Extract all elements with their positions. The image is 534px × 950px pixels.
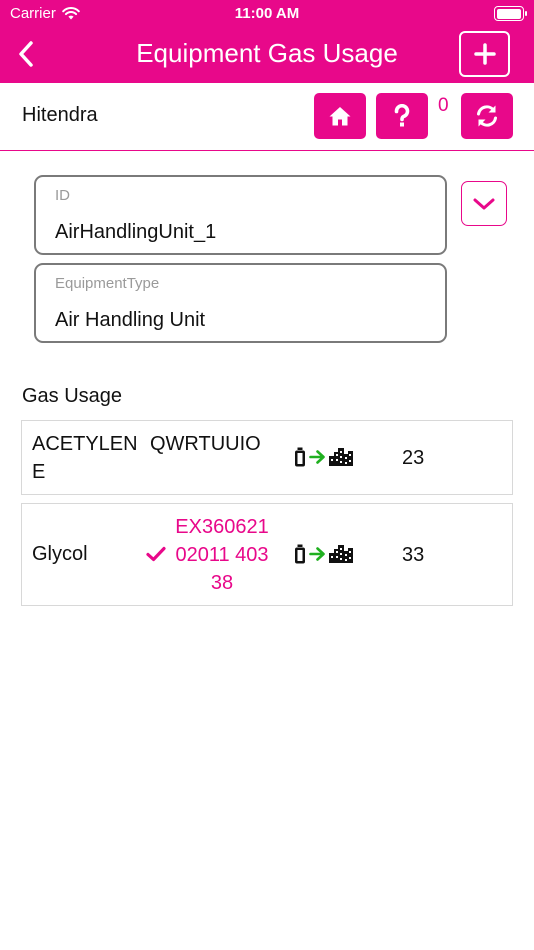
plus-icon: [473, 43, 496, 65]
gas-quantity: 23: [402, 447, 425, 469]
chevron-down-icon: [473, 198, 495, 209]
status-time: 11:00 AM: [234, 5, 300, 22]
gas-quantity: 33: [402, 544, 425, 566]
equipment-type-label: EquipmentType: [55, 275, 160, 292]
equipment-dropdown-button[interactable]: [461, 181, 507, 226]
user-toolbar: Hitendra 0: [0, 83, 534, 151]
home-icon: [329, 107, 351, 126]
add-button[interactable]: [459, 31, 510, 77]
home-button[interactable]: [314, 93, 366, 139]
id-field-value: AirHandlingUnit_1: [55, 221, 217, 243]
cylinder-icon: [295, 544, 305, 564]
gas-code: EX36062102011 40338: [175, 516, 269, 594]
question-icon: [394, 104, 410, 127]
gas-usage-title: Gas Usage: [22, 385, 123, 407]
gas-code: QWRTUUIO: [150, 433, 261, 455]
help-button[interactable]: [376, 93, 428, 139]
battery-icon: [494, 6, 527, 21]
gas-usage-row[interactable]: Glycol EX36062102011 40338 33: [21, 503, 513, 606]
building-icon: [329, 545, 353, 563]
building-icon: [329, 448, 353, 466]
gas-name: Glycol: [32, 543, 88, 565]
sync-button[interactable]: [461, 93, 513, 139]
pending-count: 0: [438, 95, 449, 116]
navigation-bar: Equipment Gas Usage: [0, 28, 534, 83]
arrow-right-icon: [309, 450, 325, 464]
supply-flow-indicator: [294, 544, 353, 564]
user-name: Hitendra: [22, 104, 98, 126]
equipment-type-value: Air Handling Unit: [55, 309, 206, 331]
arrow-right-icon: [309, 547, 325, 561]
app-header: Carrier 11:00 AM Equipment Gas Usage: [0, 0, 534, 83]
id-field-label: ID: [55, 187, 70, 204]
id-field[interactable]: ID AirHandlingUnit_1: [34, 175, 447, 255]
gas-usage-row[interactable]: ACETYLENE QWRTUUIO 23: [21, 420, 513, 495]
equipment-type-field[interactable]: EquipmentType Air Handling Unit: [34, 263, 447, 343]
gas-name: ACETYLENE: [32, 433, 138, 483]
supply-flow-indicator: [294, 447, 353, 467]
status-bar: Carrier 11:00 AM: [0, 0, 534, 28]
check-icon: [146, 542, 166, 570]
page-title: Equipment Gas Usage: [136, 38, 398, 68]
cylinder-icon: [295, 447, 305, 467]
sync-icon: [477, 105, 497, 127]
